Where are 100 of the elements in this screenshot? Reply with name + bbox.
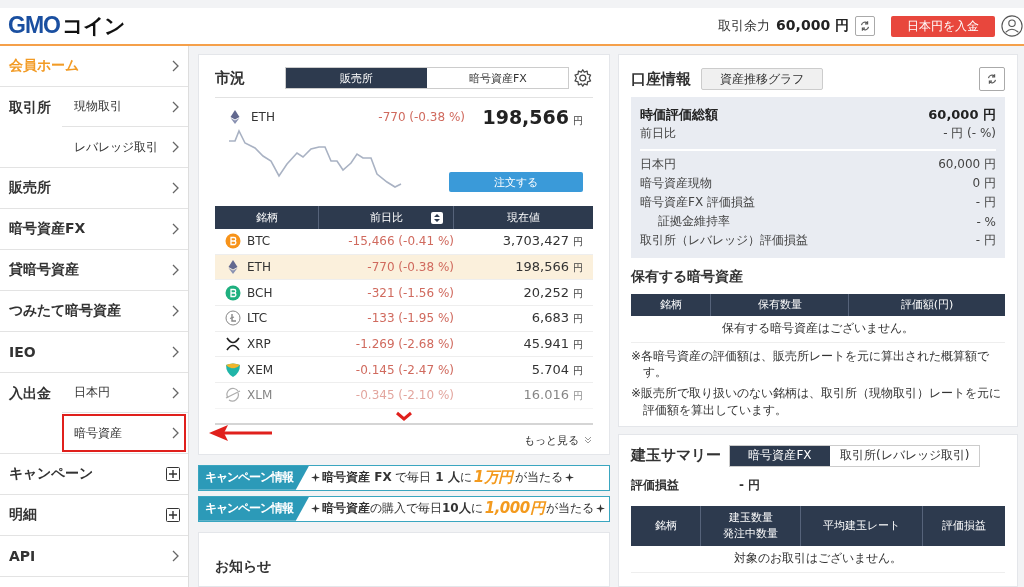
market-row[interactable]: XLM -0.345 (-2.10 %) 16.016 円 [215, 383, 593, 409]
empty-message: 保有する暗号資産はございません。 [631, 316, 1005, 343]
coin-symbol: ETH [251, 110, 275, 124]
banner-text: 暗号資産の購入で毎日10人に [322, 500, 483, 518]
current-price: 198,566 [515, 259, 569, 275]
balance-value: 60,000 円 [776, 17, 849, 35]
sidebar-group-label: 入出金 [8, 384, 52, 403]
market-row[interactable]: BTC -15,466 (-0.41 %) 3,703,427 円 [215, 229, 593, 255]
summary-label: 証拠金維持率 [657, 213, 730, 230]
summary-value: 60,000 円 [938, 156, 996, 173]
coin-symbol: XEM [247, 362, 274, 377]
sidebar-subitem[interactable]: 現物取引 [62, 87, 188, 127]
panel-title: 建玉サマリー [631, 446, 721, 466]
summary-label: 時価評価総額 [640, 105, 718, 124]
price-change: -321 (-1.56 %) [366, 285, 454, 300]
market-row[interactable]: XRP -1.269 (-2.68 %) 45.941 円 [215, 331, 593, 358]
current-price: 16.016 [523, 387, 569, 403]
market-row[interactable]: LTC -133 (-1.95 %) 6,683 円 [215, 306, 593, 332]
price-change: -0.145 (-2.47 %) [354, 362, 454, 377]
banner-text: が当たる [546, 500, 595, 518]
prize-amount: 1,000円 [484, 501, 545, 517]
prize-amount: 1万円 [473, 470, 513, 486]
sidebar-subitem[interactable]: レバレッジ取引 [62, 127, 188, 167]
banner-text: が当たる [514, 469, 563, 487]
campaign-banner[interactable]: キャンペーン情報 暗号資産 FX で毎日 1 人に 1万円が当たる [198, 464, 610, 491]
coin-symbol: XLM [247, 388, 273, 403]
sidebar-item[interactable]: 販売所 [0, 168, 188, 208]
sidebar-item[interactable]: 明細 [0, 495, 188, 535]
current-price: 45.941 [523, 336, 569, 352]
price-change: -133 (-1.95 %) [366, 311, 454, 326]
coin-symbol: ETH [247, 260, 271, 275]
coin-symbol: BTC [247, 234, 271, 249]
current-price: 5.704 [531, 361, 569, 377]
banner-tag: キャンペーン情報 [199, 465, 309, 490]
panel-title: 市況 [215, 68, 246, 88]
current-price: 6,683 [531, 310, 569, 326]
summary-value: 0 円 [972, 175, 996, 192]
currency-unit: 円 [573, 339, 583, 351]
currency-unit: 円 [573, 115, 583, 126]
current-price: 20,252 [523, 284, 569, 300]
more-link[interactable]: もっと見る [524, 432, 593, 448]
summary-value: 60,000 円 [928, 105, 996, 124]
sidebar-item[interactable]: IEO [0, 332, 188, 372]
column-header: 銘柄 [631, 294, 711, 316]
sidebar-item[interactable]: 貸暗号資産 [0, 250, 188, 290]
graph-button[interactable]: 資産推移グラフ [701, 68, 823, 90]
sidebar-group-label: 取引所 [8, 98, 52, 117]
currency-unit: 円 [573, 364, 583, 376]
market-row[interactable]: BCH -321 (-1.56 %) 20,252 円 [215, 280, 593, 307]
coin-symbol: LTC [247, 311, 268, 326]
summary-value: - 円 (- %) [943, 125, 996, 142]
summary-value: - 円 [975, 194, 996, 211]
price-change: -770 (-0.38 %) [377, 110, 465, 124]
sidebar-item[interactable]: 暗号資産FX [0, 209, 188, 249]
current-price: 198,566 [482, 106, 569, 128]
column-header: 発注中数量 [723, 525, 778, 542]
coin-symbol: XRP [247, 337, 271, 352]
market-row[interactable]: XEM -0.145 (-2.47 %) 5.704 円 [215, 357, 593, 384]
pl-label: 評価損益 [631, 476, 679, 494]
price-change: -15,466 (-0.41 %) [347, 234, 454, 249]
summary-label: 日本円 [640, 156, 676, 173]
column-header: 前日比 [369, 210, 403, 225]
banner-text: 暗号資産 FX で毎日 1 人に [322, 469, 472, 487]
summary-value: - % [976, 214, 996, 229]
deposit-button[interactable]: 日本円を入金 [891, 15, 995, 37]
summary-label: 前日比 [640, 125, 676, 142]
positions-tab[interactable]: 暗号資産FX [730, 445, 830, 466]
sidebar-subitem[interactable]: 暗号資産 [62, 413, 188, 453]
sidebar-item[interactable]: つみたて暗号資産 [0, 291, 188, 331]
summary-value: - 円 [975, 232, 996, 249]
sidebar-subitem[interactable]: 日本円 [62, 373, 188, 413]
column-header: 保有数量 [711, 294, 849, 316]
summary-label: 暗号資産FX 評価損益 [640, 194, 755, 211]
current-price: 3,703,427 [502, 233, 569, 249]
footnote: ※各暗号資産の評価額は、販売所レートを元に算出された概算額です。 [631, 348, 991, 381]
summary-label: 暗号資産現物 [640, 175, 712, 192]
column-header: 銘柄 [654, 518, 677, 534]
price-change: -1.269 (-2.68 %) [354, 337, 454, 352]
column-header: 評価額(円) [899, 297, 955, 314]
section-title: 保有する暗号資産 [631, 268, 744, 286]
market-tab[interactable]: 販売所 [286, 68, 428, 88]
column-header: 平均建玉レート [823, 518, 900, 534]
column-header: 建玉数量 [728, 510, 773, 526]
sidebar-item[interactable]: API [0, 536, 188, 576]
campaign-banner[interactable]: キャンペーン情報 暗号資産の購入で毎日10人に 1,000円が当たる [198, 495, 610, 522]
currency-unit: 円 [573, 262, 583, 274]
summary-label: 取引所（レバレッジ）評価損益 [640, 232, 808, 249]
price-change: -770 (-0.38 %) [366, 260, 454, 275]
market-row[interactable]: ETH -770 (-0.38 %) 198,566 円 [215, 254, 593, 281]
currency-unit: 円 [573, 236, 583, 248]
column-header: 銘柄 [255, 210, 278, 225]
sidebar-item[interactable]: キャンペーン [0, 454, 188, 494]
balance-label: 取引余力 [718, 17, 771, 35]
currency-unit: 円 [573, 313, 583, 325]
currency-unit: 円 [573, 287, 583, 299]
currency-unit: 円 [573, 390, 583, 402]
coin-symbol: BCH [247, 285, 273, 300]
logo[interactable]: GMOコイン [8, 12, 125, 40]
footnote: ※販売所で取り扱いのない銘柄は、取引所（現物取引）レートを元に評価額を算出しています。 [631, 385, 1003, 418]
panel-title: お知らせ [215, 558, 272, 577]
